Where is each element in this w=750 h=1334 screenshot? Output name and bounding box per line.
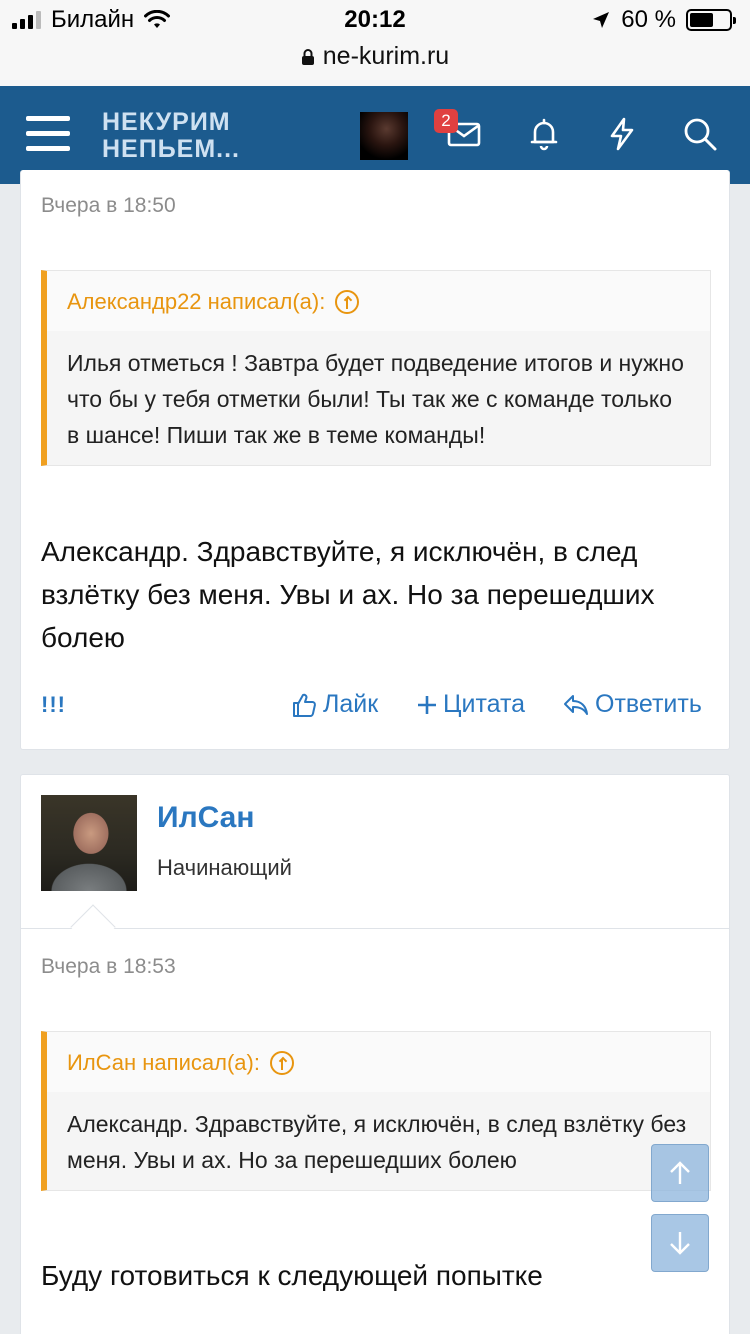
jump-to-quote-icon[interactable] <box>335 290 360 314</box>
quote-block: Александр22 написал(а): Илья отметься ! … <box>41 270 711 466</box>
quote-header[interactable]: ИлСан написал(а): <box>47 1032 710 1092</box>
url-text: ne-kurim.ru <box>322 42 450 70</box>
arrow-down-icon <box>670 1232 690 1255</box>
battery-icon <box>686 9 736 31</box>
post-card: ИлСан Начинающий Вчера в 18:53 ИлСан нап… <box>20 774 730 1334</box>
reply-arrow-icon <box>564 694 588 715</box>
plus-icon <box>418 695 436 714</box>
user-pointer <box>70 904 116 950</box>
address-bar[interactable]: ne-kurim.ru <box>0 40 750 86</box>
quote-author: Александр22 написал(а): <box>67 289 326 314</box>
bell-icon[interactable] <box>526 116 562 152</box>
thumbs-up-icon <box>293 693 316 717</box>
post-date[interactable]: Вчера в 18:50 <box>41 194 176 218</box>
quote-header[interactable]: Александр22 написал(а): <box>47 271 710 331</box>
quote-button[interactable]: Цитата <box>417 690 525 719</box>
post-message: Буду готовиться к следующей попытке <box>41 1260 543 1291</box>
post-actions: !!! Лайк Цитата Ответить <box>41 686 711 726</box>
status-bar: Билайн 20:12 60 % <box>0 0 750 40</box>
quote-label: Цитата <box>443 690 526 718</box>
like-label: Лайк <box>323 690 379 718</box>
menu-icon[interactable] <box>26 116 70 154</box>
scroll-bottom-button[interactable] <box>651 1214 709 1272</box>
battery-percent: 60 % <box>621 6 676 33</box>
post-date[interactable]: Вчера в 18:53 <box>41 955 176 979</box>
quote-text: Илья отметься ! Завтра будет подведение … <box>67 350 684 448</box>
quote-text: Александр. Здравствуйте, я исключён, в с… <box>67 1111 687 1173</box>
like-button[interactable]: Лайк <box>291 690 378 719</box>
search-icon[interactable] <box>682 116 718 152</box>
post-message: Александр. Здравствуйте, я исключён, в с… <box>41 536 655 653</box>
post-card: Вчера в 18:50 Александр22 написал(а): Ил… <box>20 170 730 750</box>
jump-to-quote-icon[interactable] <box>269 1051 294 1075</box>
user-avatar[interactable] <box>41 795 137 891</box>
quote-block: ИлСан написал(а): Александр. Здравствуйт… <box>41 1031 711 1191</box>
scroll-top-button[interactable] <box>651 1144 709 1202</box>
username[interactable]: ИлСан <box>157 801 254 835</box>
lock-icon <box>301 49 314 65</box>
status-right: 60 % <box>591 6 736 34</box>
location-arrow-icon <box>593 12 610 28</box>
quote-author: ИлСан написал(а): <box>67 1050 260 1075</box>
arrow-up-icon <box>670 1161 690 1184</box>
lightning-icon[interactable] <box>604 116 640 152</box>
logo-line-1: НЕКУРИМ <box>102 108 231 136</box>
user-title: Начинающий <box>157 855 292 880</box>
reply-label: Ответить <box>595 690 702 718</box>
reply-button[interactable]: Ответить <box>563 690 702 719</box>
report-link[interactable]: !!! <box>41 692 66 718</box>
logo-line-2: НЕПЬЕМ... <box>102 135 241 163</box>
site-logo[interactable]: НЕКУРИМ НЕПЬЕМ... <box>102 109 240 163</box>
user-info: ИлСан Начинающий <box>21 775 729 950</box>
account-avatar[interactable] <box>360 112 408 160</box>
messages-badge: 2 <box>434 109 458 133</box>
